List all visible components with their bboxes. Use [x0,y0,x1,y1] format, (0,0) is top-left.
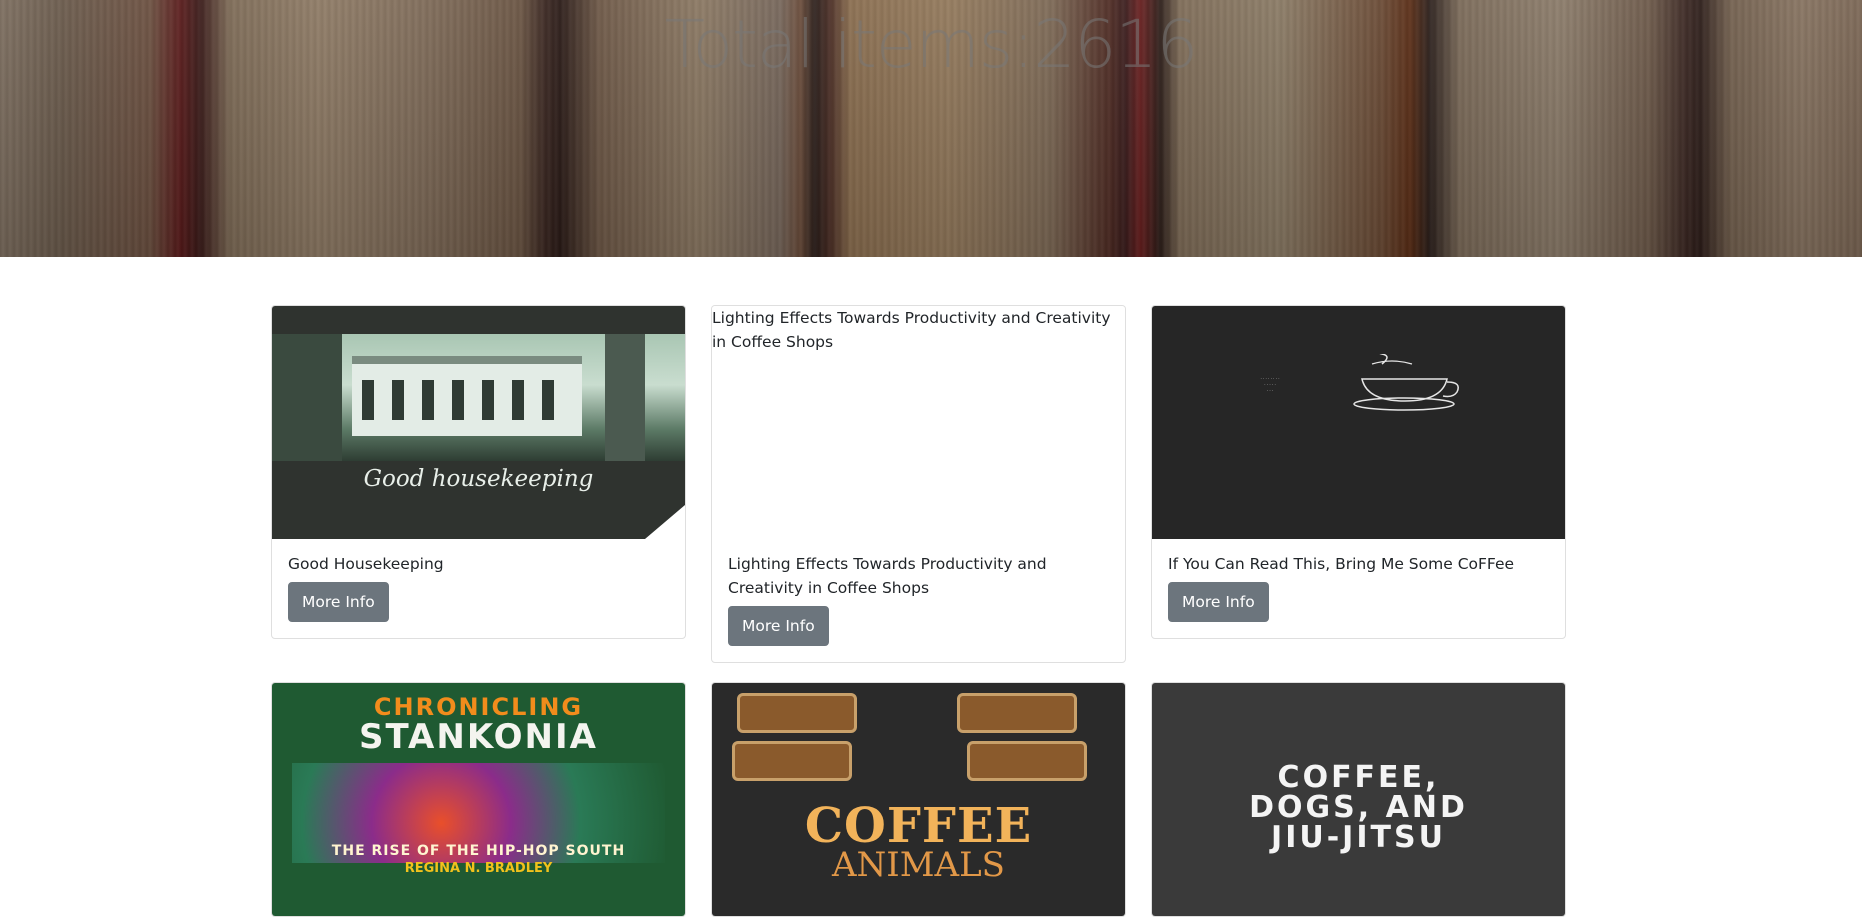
book-card: Lighting Effects Towards Productivity an… [711,305,1126,663]
house-illustration [352,356,582,436]
coffee-badge-icon [732,741,852,781]
book-cover-image[interactable]: · · · · · · · · · · · · · · · · [1152,306,1565,539]
book-cover-image[interactable]: COFFEE ANIMALS [712,683,1125,916]
book-cover-image[interactable]: COFFEE, DOGS, AND JIU-JITSU [1152,683,1565,916]
image-alt-text: Lighting Effects Towards Productivity an… [712,309,1111,351]
book-cover-image[interactable]: CHRONICLING STANKONIA THE RISE OF THE HI… [272,683,685,916]
book-title: Lighting Effects Towards Productivity an… [728,555,1047,597]
cover-subtitle: THE RISE OF THE HIP-HOP SOUTH [331,843,626,859]
more-info-button[interactable]: More Info [1168,582,1269,622]
card-body: If You Can Read This, Bring Me Some CoFF… [1152,539,1565,638]
cover-title-main: STANKONIA [359,717,598,757]
book-title: Good Housekeeping [288,555,444,573]
book-card: CHRONICLING STANKONIA THE RISE OF THE HI… [271,682,686,917]
coffee-badge-icon [957,693,1077,733]
page-curl [645,505,685,539]
coffee-badge-icon [967,741,1087,781]
book-cover-image[interactable]: Good housekeeping [272,306,685,539]
card-body: Lighting Effects Towards Productivity an… [712,539,1125,662]
cover-subtitle: ANIMALS [832,845,1005,885]
more-info-button[interactable]: More Info [288,582,389,622]
coffee-cup-icon [1353,354,1459,411]
cover-title-lines: COFFEE, DOGS, AND JIU-JITSU [1249,760,1468,855]
more-info-button[interactable]: More Info [728,606,829,646]
card-body: Good Housekeeping More Info [272,539,685,638]
cover-author: REGINA N. BRADLEY [404,861,553,876]
book-cover-image-broken[interactable]: Lighting Effects Towards Productivity an… [712,306,1125,539]
book-card: COFFEE, DOGS, AND JIU-JITSU [1151,682,1566,917]
hero-banner: Total items:2616 [0,0,1862,257]
book-card: COFFEE ANIMALS [711,682,1126,917]
book-title: If You Can Read This, Bring Me Some CoFF… [1168,555,1515,573]
book-card: · · · · · · · · · · · · · · · · If You Can… [1151,305,1566,639]
cover-small-text: · · · · · · · · · · · · · · · · [1260,376,1280,393]
total-items-heading: Total items:2616 [664,6,1199,83]
coffee-badge-icon [737,693,857,733]
cover-caption: Good housekeeping [363,466,594,492]
book-card: Good housekeeping Good Housekeeping More… [271,305,686,639]
